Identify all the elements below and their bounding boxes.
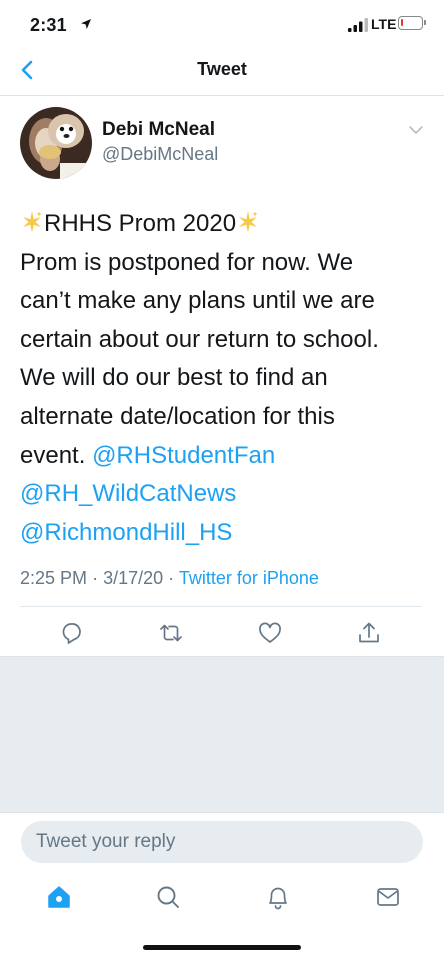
page-title: Tweet <box>197 59 247 79</box>
tweet-line-with-mention: event. @RHStudentFan <box>20 437 432 476</box>
chevron-down-icon[interactable] <box>407 124 425 136</box>
tweet-date: 3/17/20 <box>103 568 164 588</box>
tweet-line: We will do our best to find an <box>20 364 328 392</box>
messages-icon[interactable] <box>374 883 402 911</box>
reply-input[interactable]: Tweet your reply <box>21 821 423 863</box>
home-indicator[interactable] <box>143 945 301 950</box>
tweet-line: certain about our return to school. <box>20 325 379 353</box>
avatar-image <box>20 107 92 179</box>
status-bar: 2:31 LTE <box>0 0 444 44</box>
home-icon[interactable] <box>45 883 73 911</box>
signal-icon <box>348 18 368 32</box>
tweet-source-link[interactable]: Twitter for iPhone <box>179 568 319 588</box>
tweet-line-with-mention: @RH_WildCatNews <box>20 475 432 514</box>
sparkle-emoji-icon <box>239 211 258 233</box>
tweet-title-line: RHHS Prom 2020 <box>20 205 432 244</box>
mention-link[interactable]: @RichmondHill_HS <box>20 519 232 546</box>
tweet-text: RHHS Prom 2020 Prom is postponed for now… <box>20 205 432 552</box>
tweet-time: 2:25 PM <box>20 568 88 588</box>
like-icon[interactable] <box>257 620 283 646</box>
mention-link[interactable]: @RHStudentFan <box>92 442 275 469</box>
battery-cap <box>424 20 426 25</box>
network-label: LTE <box>371 16 397 32</box>
status-time: 2:31 <box>30 15 67 35</box>
retweet-icon[interactable] <box>158 620 184 646</box>
battery-level <box>401 19 403 26</box>
notifications-icon[interactable] <box>264 883 292 911</box>
battery-icon <box>398 16 423 30</box>
author-handle[interactable]: @DebiMcNeal <box>102 144 218 165</box>
divider <box>20 606 422 607</box>
author-name[interactable]: Debi McNeal <box>102 119 215 141</box>
empty-replies-area <box>0 656 444 812</box>
nav-bar: Tweet <box>0 44 444 96</box>
reply-icon[interactable] <box>59 620 85 646</box>
search-icon[interactable] <box>154 883 182 911</box>
tweet-title: RHHS Prom 2020 <box>44 210 237 237</box>
tweet-line: event. <box>20 441 86 469</box>
tweet-meta: 2:25 PM · 3/17/20 · Twitter for iPhone <box>20 568 319 589</box>
location-arrow-icon <box>81 19 91 29</box>
tweet-line: alternate date/location for this <box>20 402 335 430</box>
tweet-line: Prom is postponed for now. We <box>20 248 354 276</box>
tweet-line: can’t make any plans until we are <box>20 287 375 315</box>
meta-separator: · <box>92 568 99 588</box>
mention-link[interactable]: @RH_WildCatNews <box>20 480 236 507</box>
share-icon[interactable] <box>356 620 382 646</box>
tweet-line-with-mention: @RichmondHill_HS <box>20 514 432 553</box>
sparkle-emoji-icon <box>23 211 42 233</box>
meta-separator: · <box>168 568 175 588</box>
avatar[interactable] <box>20 107 92 179</box>
